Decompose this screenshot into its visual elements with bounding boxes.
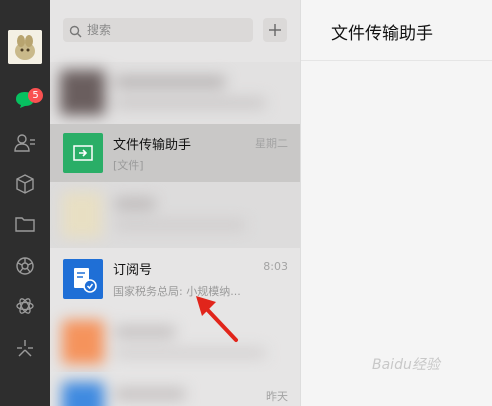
chat-time: 昨天	[266, 390, 288, 403]
search-discover-icon[interactable]	[0, 328, 50, 368]
chat-preview: [文件]	[113, 159, 144, 172]
blurred-content	[50, 182, 300, 248]
chat-list: 文件传输助手 星期二 [文件] 订阅号 8:03 国家税务总局: 小规模纳...	[50, 0, 300, 406]
plus-icon	[269, 24, 281, 36]
chat-item-subscriptions[interactable]: 订阅号 8:03 国家税务总局: 小规模纳...	[50, 248, 300, 310]
chat-item[interactable]: 昨天	[50, 372, 300, 406]
chat-time: 星期二	[255, 137, 288, 150]
chat-panel: 文件传输助手	[300, 0, 492, 406]
subscriptions-icon	[74, 268, 97, 293]
watermark: Baidu经验	[372, 357, 440, 373]
blurred-content	[50, 310, 300, 372]
file-transfer-icon	[73, 145, 93, 161]
chat-item[interactable]	[50, 310, 300, 372]
chat-item[interactable]	[50, 182, 300, 248]
channels-icon[interactable]	[0, 286, 50, 326]
red-arrow-annotation	[196, 296, 238, 342]
avatar[interactable]	[8, 30, 42, 64]
chat-icon[interactable]	[0, 80, 50, 120]
chat-title: 文件传输助手	[331, 24, 433, 44]
search-input[interactable]	[87, 18, 247, 42]
chat-name: 文件传输助手	[113, 138, 192, 153]
file-transfer-avatar	[63, 133, 103, 173]
moments-icon[interactable]	[0, 246, 50, 286]
add-button[interactable]	[263, 18, 287, 42]
header-divider	[301, 60, 492, 61]
blurred-content	[50, 372, 300, 406]
search-box[interactable]	[63, 18, 253, 42]
blurred-content	[50, 62, 300, 124]
chat-time: 8:03	[263, 260, 288, 273]
contacts-icon[interactable]	[0, 123, 50, 163]
chat-name: 订阅号	[113, 263, 153, 278]
folder-icon[interactable]	[0, 204, 50, 244]
cube-icon[interactable]	[0, 164, 50, 204]
chat-item-file-transfer[interactable]: 文件传输助手 星期二 [文件]	[50, 124, 300, 182]
chat-item[interactable]	[50, 62, 300, 124]
sidebar: 5	[0, 0, 50, 406]
search-icon	[69, 23, 82, 42]
unread-badge: 5	[28, 88, 43, 103]
subscriptions-avatar	[63, 259, 103, 299]
